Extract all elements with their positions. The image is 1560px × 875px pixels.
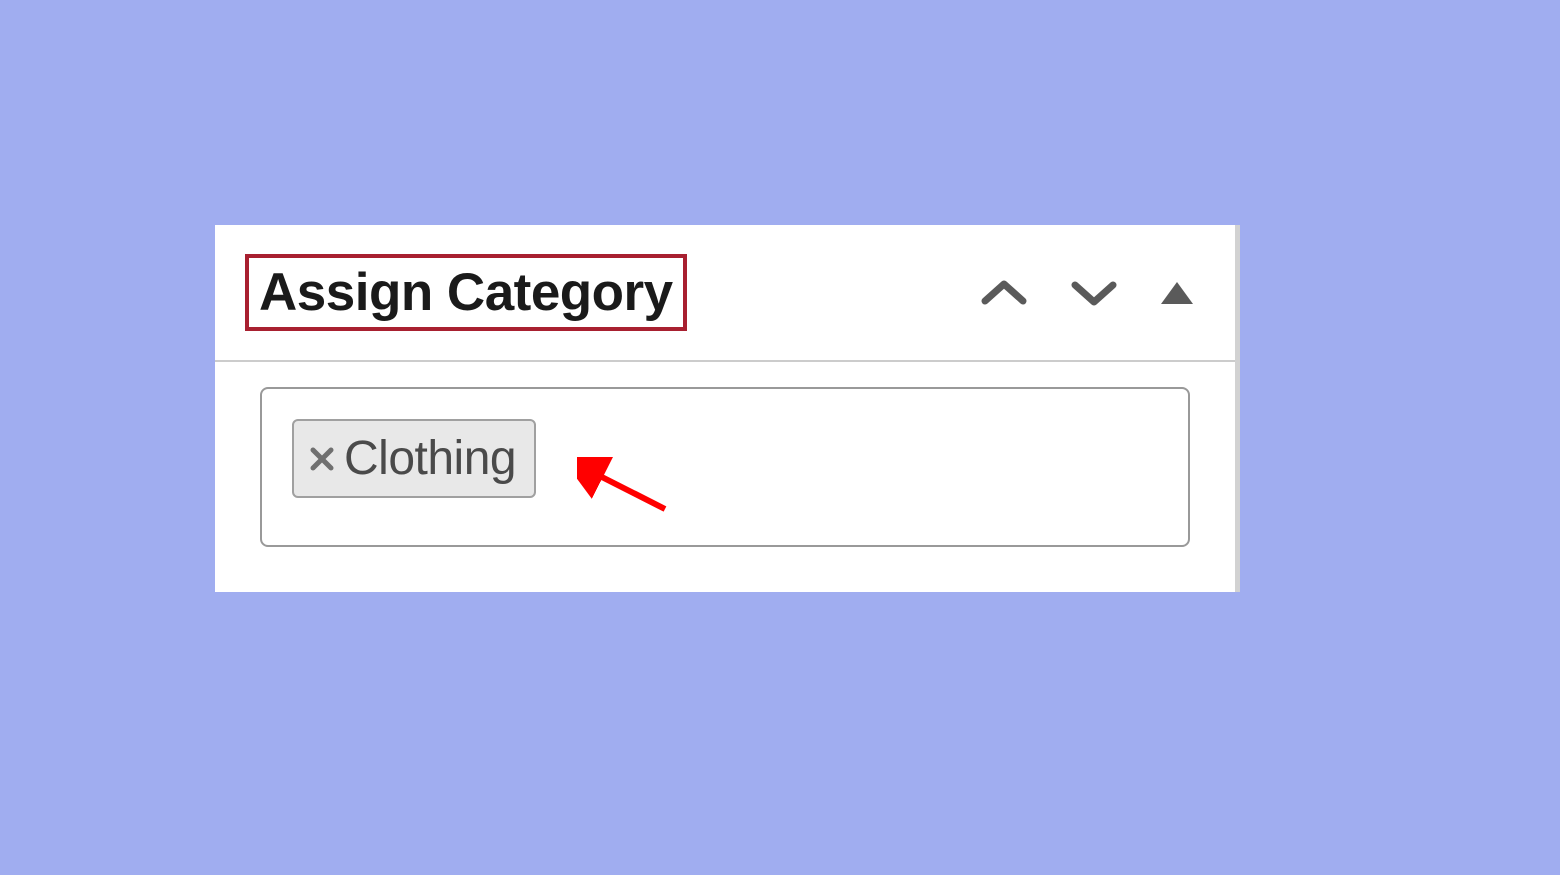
- close-icon: [308, 445, 336, 473]
- category-tag-input[interactable]: Clothing: [260, 387, 1190, 547]
- tag-label: Clothing: [344, 431, 516, 486]
- remove-tag-button[interactable]: [308, 445, 336, 473]
- panel-controls: [979, 276, 1205, 310]
- triangle-up-icon: [1159, 278, 1195, 308]
- move-up-button[interactable]: [979, 276, 1029, 310]
- move-down-button[interactable]: [1069, 276, 1119, 310]
- tag-chip: Clothing: [292, 419, 536, 498]
- collapse-button[interactable]: [1159, 278, 1195, 308]
- panel-header: Assign Category: [215, 225, 1235, 362]
- panel-title: Assign Category: [245, 254, 687, 331]
- chevron-up-icon: [979, 276, 1029, 310]
- panel-body: Clothing: [215, 362, 1235, 572]
- chevron-down-icon: [1069, 276, 1119, 310]
- assign-category-panel: Assign Category: [215, 225, 1240, 592]
